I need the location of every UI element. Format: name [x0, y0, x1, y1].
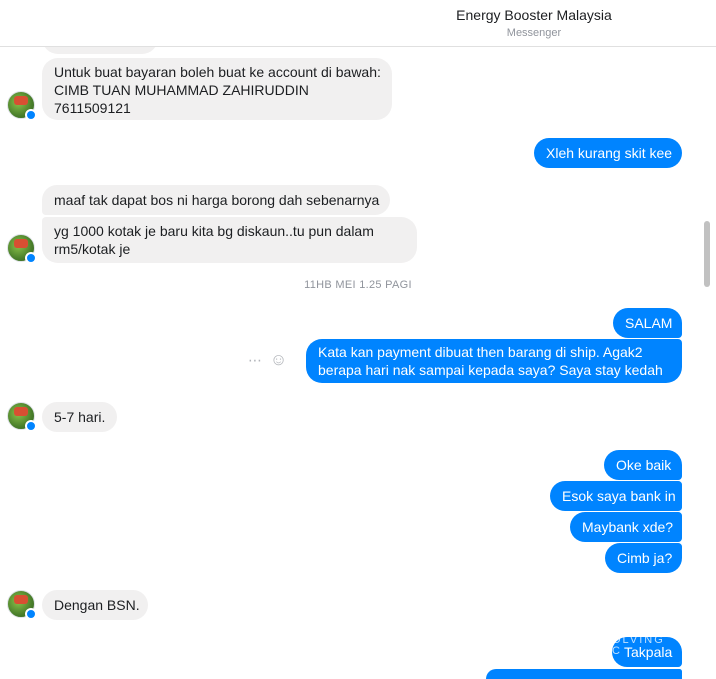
- messenger-badge-icon: [25, 109, 37, 121]
- message-bubble-outgoing: Xleh kurang skit kee: [534, 138, 682, 168]
- message-text: Dengan BSN.: [54, 597, 140, 613]
- message-text: SALAM: [625, 315, 673, 331]
- message-text: Maybank xde?: [582, 519, 674, 535]
- contact-avatar[interactable]: [7, 91, 37, 121]
- message-bubble-incoming: maaf tak dapat bos ni harga borong dah s…: [42, 185, 390, 215]
- scrollbar-thumb[interactable]: [704, 221, 710, 287]
- messenger-badge-icon: [25, 252, 37, 264]
- message-text: rm5/kotak je: [54, 241, 131, 257]
- react-emoji-icon[interactable]: ☺: [270, 350, 287, 369]
- message-actions: ⋯ ☺: [248, 350, 287, 370]
- more-options-icon[interactable]: ⋯: [248, 352, 262, 368]
- message-text: Oke baik: [616, 457, 672, 473]
- messenger-badge-icon: [25, 420, 37, 432]
- contact-avatar[interactable]: [7, 234, 37, 264]
- message-text: Kata kan payment dibuat then barang di s…: [318, 344, 643, 360]
- chat-header: Energy Booster Malaysia Messenger: [0, 0, 716, 47]
- message-text: yg 1000 kotak je baru kita bg diskaun..t…: [54, 223, 374, 239]
- contact-avatar[interactable]: [7, 590, 37, 620]
- watermark: OLVING C: [612, 634, 665, 657]
- message-bubble-incoming: yg 1000 kotak je baru kita bg diskaun..t…: [42, 217, 417, 263]
- message-text: Untuk buat bayaran boleh buat ke account…: [54, 64, 381, 80]
- message-text: Cimb ja?: [617, 550, 673, 566]
- messenger-badge-icon: [25, 608, 37, 620]
- message-bubble-outgoing: Esok saya bank in: [550, 481, 682, 511]
- message-bubble-outgoing: Maybank xde?: [570, 512, 682, 542]
- message-bubble-outgoing: Oke baik: [604, 450, 682, 480]
- message-bubble-incoming: Untuk buat bayaran boleh buat ke account…: [42, 58, 392, 120]
- message-bubble-outgoing: SALAM: [613, 308, 682, 338]
- message-bubble-incoming: 5-7 hari.: [42, 402, 117, 432]
- chat-title[interactable]: Energy Booster Malaysia: [0, 7, 716, 23]
- message-text: Esok saya bank in: [562, 488, 676, 504]
- message-bubble-outgoing-partial: [486, 669, 682, 679]
- message-bubble-incoming: Dengan BSN.: [42, 590, 148, 620]
- message-bubble-outgoing: Cimb ja?: [605, 543, 682, 573]
- message-text: Xleh kurang skit kee: [546, 145, 673, 161]
- conversation-timestamp: 11HB MEI 1.25 PAGI: [304, 279, 412, 291]
- message-bubble-outgoing: Kata kan payment dibuat then barang di s…: [306, 339, 682, 383]
- chat-subtitle: Messenger: [506, 27, 562, 39]
- contact-avatar[interactable]: [7, 402, 37, 432]
- message-text: maaf tak dapat bos ni harga borong dah s…: [54, 192, 380, 208]
- message-text: CIMB TUAN MUHAMMAD ZAHIRUDDIN: [54, 82, 309, 98]
- message-text: 7611509121: [54, 100, 131, 116]
- message-text: 5-7 hari.: [54, 409, 106, 425]
- message-text: berapa hari nak sampai kepada saya? Saya…: [318, 362, 663, 378]
